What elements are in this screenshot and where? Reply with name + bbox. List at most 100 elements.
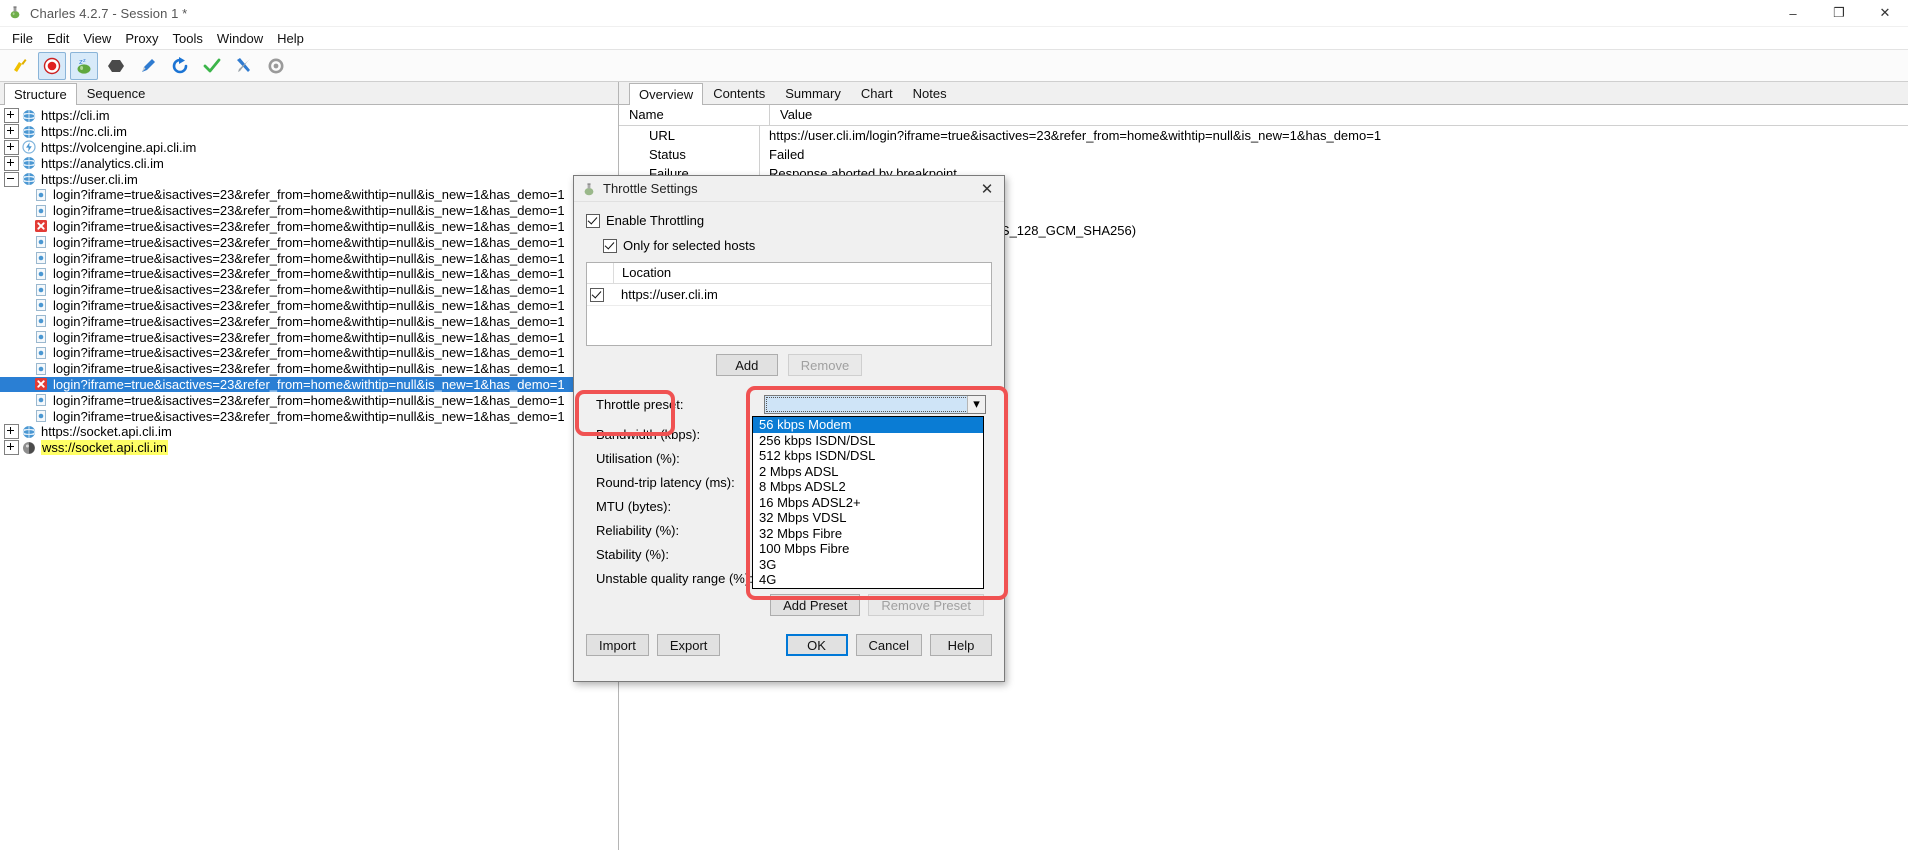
tab-structure[interactable]: Structure — [4, 83, 77, 105]
ok-button[interactable]: OK — [785, 634, 848, 656]
tree-request-row[interactable]: login?iframe=true&isactives=23&refer_fro… — [0, 345, 618, 361]
add-preset-button[interactable]: Add Preset — [770, 594, 861, 616]
throttle-preset-combobox[interactable]: ▾ — [764, 394, 986, 414]
dropdown-option[interactable]: 16 Mbps ADSL2+ — [753, 495, 983, 511]
clear-session-icon[interactable] — [6, 52, 34, 80]
tree-request-row[interactable]: login?iframe=true&isactives=23&refer_fro… — [0, 187, 618, 203]
gear-icon[interactable] — [262, 52, 290, 80]
dropdown-option[interactable]: 512 kbps ISDN/DSL — [753, 448, 983, 464]
expand-icon[interactable] — [4, 440, 19, 456]
overview-row: Status Failed — [619, 145, 1908, 164]
tree-row-label: login?iframe=true&isactives=23&refer_fro… — [53, 408, 565, 424]
expand-icon[interactable] — [4, 155, 19, 171]
tree-request-row[interactable]: login?iframe=true&isactives=23&refer_fro… — [0, 376, 618, 393]
host-row-check-cell[interactable] — [587, 287, 613, 302]
maximize-button[interactable]: ❐ — [1816, 0, 1862, 26]
tree-host-row[interactable]: https://socket.api.cli.im — [0, 424, 618, 440]
doc-icon — [34, 235, 48, 249]
breakpoints-icon[interactable] — [102, 52, 130, 80]
tree-host-row[interactable]: https://analytics.cli.im — [0, 155, 618, 171]
expand-icon[interactable] — [4, 124, 19, 140]
add-host-button[interactable]: Add — [715, 354, 778, 376]
tree-row-label: wss://socket.api.cli.im — [41, 440, 168, 456]
expand-icon[interactable] — [4, 424, 19, 440]
dropdown-option[interactable]: 8 Mbps ADSL2 — [753, 479, 983, 495]
throttle-field-label: Reliability (%): — [596, 522, 680, 538]
close-button[interactable]: ✕ — [1862, 0, 1908, 26]
tree-request-row[interactable]: login?iframe=true&isactives=23&refer_fro… — [0, 282, 618, 298]
collapse-icon[interactable] — [4, 171, 19, 187]
import-button[interactable]: Import — [586, 634, 649, 656]
dropdown-option[interactable]: 56 kbps Modem — [753, 417, 983, 433]
help-button[interactable]: Help — [930, 634, 992, 656]
tree-row-label: https://analytics.cli.im — [41, 155, 164, 171]
doc-icon — [34, 298, 48, 312]
expand-icon[interactable] — [4, 108, 19, 124]
only-selected-hosts-checkbox[interactable]: Only for selected hosts — [603, 238, 992, 253]
dialog-title-bar: Throttle Settings ✕ — [574, 176, 1004, 202]
host-table-row[interactable]: https://user.cli.im — [587, 284, 991, 306]
column-header-value: Value — [769, 105, 1908, 125]
tree-request-row[interactable]: login?iframe=true&isactives=23&refer_fro… — [0, 203, 618, 219]
dropdown-option[interactable]: 4G — [753, 572, 983, 588]
compose-icon[interactable] — [134, 52, 162, 80]
doc-icon — [34, 204, 48, 218]
dropdown-option[interactable]: 100 Mbps Fibre — [753, 541, 983, 557]
tree-request-row[interactable]: login?iframe=true&isactives=23&refer_fro… — [0, 250, 618, 266]
throttle-icon[interactable]: z z — [70, 51, 98, 80]
tree-request-row[interactable]: login?iframe=true&isactives=23&refer_fro… — [0, 361, 618, 377]
repeat-icon[interactable] — [166, 52, 194, 80]
tree-host-row[interactable]: wss://socket.api.cli.im — [0, 440, 618, 456]
tab-summary[interactable]: Summary — [775, 82, 851, 104]
tree-request-row[interactable]: login?iframe=true&isactives=23&refer_fro… — [0, 392, 618, 408]
record-icon[interactable] — [38, 51, 66, 80]
tree-host-row[interactable]: https://nc.cli.im — [0, 124, 618, 140]
overview-row-name: URL — [649, 128, 676, 143]
dropdown-option[interactable]: 32 Mbps Fibre — [753, 526, 983, 542]
tree-host-row[interactable]: https://user.cli.im — [0, 171, 618, 187]
menu-item-help[interactable]: Help — [270, 29, 311, 48]
left-panel: Structure Sequence https://cli.im https:/… — [0, 82, 619, 850]
tree-request-row[interactable]: login?iframe=true&isactives=23&refer_fro… — [0, 234, 618, 250]
menu-item-file[interactable]: File — [5, 29, 40, 48]
chevron-down-icon[interactable]: ▾ — [967, 395, 985, 413]
dialog-close-icon[interactable]: ✕ — [970, 176, 1004, 201]
footer-right-buttons: OK Cancel Help — [785, 634, 992, 656]
tab-chart[interactable]: Chart — [851, 82, 903, 104]
throttle-field-label: MTU (bytes): — [596, 498, 672, 514]
tab-contents[interactable]: Contents — [703, 82, 775, 104]
menu-item-edit[interactable]: Edit — [40, 29, 76, 48]
menu-item-proxy[interactable]: Proxy — [118, 29, 165, 48]
dropdown-option[interactable]: 32 Mbps VDSL — [753, 510, 983, 526]
export-button[interactable]: Export — [656, 634, 721, 656]
dropdown-option[interactable]: 256 kbps ISDN/DSL — [753, 433, 983, 449]
tree-request-row[interactable]: login?iframe=true&isactives=23&refer_fro… — [0, 313, 618, 329]
menu-item-view[interactable]: View — [76, 29, 118, 48]
tree-row-label: https://volcengine.api.cli.im — [41, 139, 197, 155]
host-row-checkbox[interactable] — [590, 287, 604, 302]
enable-throttling-checkbox[interactable]: Enable Throttling — [586, 213, 992, 228]
tab-sequence[interactable]: Sequence — [77, 82, 156, 104]
throttle-preset-dropdown-list[interactable]: 56 kbps Modem 256 kbps ISDN/DSL 512 kbps I… — [752, 416, 984, 589]
menu-item-tools[interactable]: Tools — [166, 29, 210, 48]
validate-icon[interactable] — [198, 52, 226, 80]
tree-request-row[interactable]: login?iframe=true&isactives=23&refer_fro… — [0, 266, 618, 282]
dropdown-option[interactable]: 2 Mbps ADSL — [753, 464, 983, 480]
dropdown-option[interactable]: 3G — [753, 557, 983, 573]
menu-item-window[interactable]: Window — [210, 29, 270, 48]
cancel-button[interactable]: Cancel — [855, 634, 922, 656]
tools-icon[interactable] — [230, 52, 258, 80]
session-tree[interactable]: https://cli.im https://nc.cli.im https://v… — [0, 105, 618, 850]
tab-overview[interactable]: Overview — [629, 83, 704, 105]
tree-request-row[interactable]: login?iframe=true&isactives=23&refer_fro… — [0, 298, 618, 314]
tree-host-row[interactable]: https://cli.im — [0, 108, 618, 124]
tree-request-row[interactable]: login?iframe=true&isactives=23&refer_fro… — [0, 329, 618, 345]
minimize-button[interactable]: – — [1770, 0, 1816, 26]
tree-host-row[interactable]: https://volcengine.api.cli.im — [0, 139, 618, 156]
tree-request-row[interactable]: login?iframe=true&isactives=23&refer_fro… — [0, 219, 618, 235]
tab-notes[interactable]: Notes — [903, 82, 957, 104]
tree-request-row[interactable]: login?iframe=true&isactives=23&refer_fro… — [0, 408, 618, 424]
expand-icon[interactable] — [4, 139, 19, 155]
menu-bar: File Edit View Proxy Tools Window Help — [0, 27, 1908, 50]
tree-row-label: login?iframe=true&isactives=23&refer_fro… — [53, 282, 565, 298]
